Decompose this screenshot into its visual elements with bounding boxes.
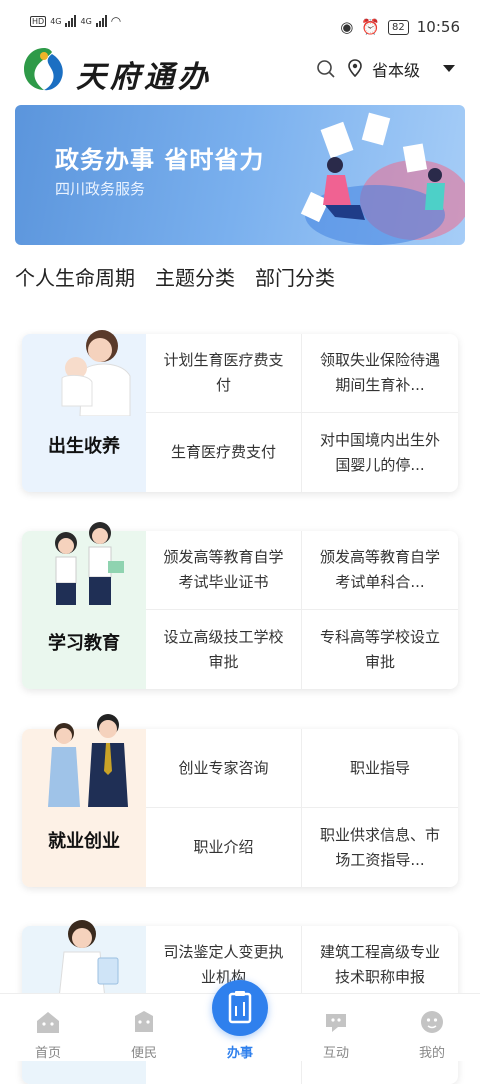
signal-label-1: 4G [50, 16, 62, 26]
service-item[interactable]: 专科高等学校设立审批 [302, 610, 458, 689]
clock: 10:56 [416, 18, 460, 36]
tab-theme[interactable]: 主题分类 [155, 262, 235, 291]
banner-title: 政务办事 省时省力 [55, 146, 265, 174]
clipboard-icon [228, 991, 252, 1024]
section-education: 学习教育 颁发高等教育自学考试毕业证书 颁发高等教育自学考试单科合... 设立高… [22, 522, 458, 689]
service-item[interactable]: 颁发高等教育自学考试毕业证书 [146, 531, 302, 610]
service-grid: 创业专家咨询 职业指导 职业介绍 职业供求信息、市场工资指导... [146, 729, 458, 887]
category-card-employment[interactable]: 就业创业 [22, 714, 146, 887]
caret-down-icon[interactable] [443, 65, 455, 72]
home-icon [37, 1012, 59, 1033]
service-item[interactable]: 计划生育医疗费支付 [146, 334, 302, 413]
service-grid: 计划生育医疗费支付 领取失业保险待遇期间生育补... 生育医疗费支付 对中国境内… [146, 334, 458, 492]
banner-illustration [300, 112, 465, 245]
nav-convenience[interactable]: 便民 [96, 994, 192, 1062]
app-header: 天府通办 省本级 [0, 44, 480, 100]
students-illustration [55, 522, 124, 605]
eye-icon: ◉ [340, 18, 354, 36]
location-pin-icon[interactable] [348, 59, 362, 77]
search-icon[interactable] [316, 59, 336, 79]
signal-label-2: 4G [80, 16, 92, 26]
nav-label: 我的 [418, 1046, 445, 1061]
nav-label: 首页 [34, 1046, 61, 1061]
nav-label: 办事 [226, 1046, 253, 1061]
tab-department[interactable]: 部门分类 [255, 262, 335, 291]
services-fab[interactable] [212, 980, 268, 1036]
service-item[interactable]: 职业指导 [302, 729, 458, 808]
bottom-navigation: 首页 便民 办事 互动 我的 [0, 980, 480, 1062]
nav-home[interactable]: 首页 [0, 994, 96, 1062]
banner-subtitle: 四川政务服务 [55, 180, 146, 198]
nav-label: 便民 [130, 1046, 157, 1061]
service-item[interactable]: 职业供求信息、市场工资指导... [302, 808, 458, 887]
promo-banner[interactable]: 政务办事 省时省力 四川政务服务 [15, 105, 465, 245]
category-label: 出生收养 [48, 436, 120, 457]
convenience-icon [135, 1011, 153, 1032]
battery-indicator: 82 [388, 19, 409, 35]
service-item[interactable]: 颁发高等教育自学考试单科合... [302, 531, 458, 610]
status-bar: HD 4G 4G ◠ ◉ ⏰ 82 10:56 [0, 0, 480, 44]
service-item[interactable]: 设立高级技工学校审批 [146, 610, 302, 689]
status-right: ◉ ⏰ 82 10:56 [340, 18, 460, 36]
signal-icon-2 [95, 15, 107, 27]
section-birth-adoption: 出生收养 计划生育医疗费支付 领取失业保险待遇期间生育补... 生育医疗费支付 … [22, 330, 458, 492]
service-item[interactable]: 职业介绍 [146, 808, 302, 887]
category-tabs: 个人生命周期 主题分类 部门分类 [15, 262, 335, 291]
category-label: 学习教育 [48, 633, 120, 654]
category-label: 就业创业 [48, 831, 120, 852]
category-card-birth[interactable]: 出生收养 [22, 330, 146, 492]
nav-label: 互动 [322, 1046, 349, 1061]
location-level-selector[interactable]: 省本级 [372, 57, 420, 81]
mother-baby-illustration [61, 330, 131, 416]
interact-icon [326, 1014, 346, 1032]
signal-icon [65, 15, 77, 27]
profile-icon [421, 1011, 443, 1033]
hd-badge: HD [30, 15, 47, 27]
professionals-illustration [48, 714, 128, 807]
service-item[interactable]: 创业专家咨询 [146, 729, 302, 808]
service-item[interactable]: 对中国境内出生外国婴儿的停... [302, 413, 458, 492]
nav-interact[interactable]: 互动 [288, 994, 384, 1062]
nav-services[interactable]: 办事 [192, 980, 288, 1062]
service-item[interactable]: 生育医疗费支付 [146, 413, 302, 492]
app-logo [24, 48, 63, 91]
tab-lifecycle[interactable]: 个人生命周期 [15, 262, 135, 291]
section-employment: 就业创业 创业专家咨询 职业指导 职业介绍 职业供求信息、市场工资指导... [22, 714, 458, 887]
app-title: 天府通办 [76, 60, 212, 95]
category-card-education[interactable]: 学习教育 [22, 522, 146, 689]
service-item[interactable]: 领取失业保险待遇期间生育补... [302, 334, 458, 413]
nav-profile[interactable]: 我的 [384, 994, 480, 1062]
wifi-icon: ◠ [110, 14, 122, 28]
status-left: HD 4G 4G ◠ [30, 14, 121, 28]
service-grid: 颁发高等教育自学考试毕业证书 颁发高等教育自学考试单科合... 设立高级技工学校… [146, 531, 458, 689]
alarm-icon: ⏰ [361, 18, 381, 36]
